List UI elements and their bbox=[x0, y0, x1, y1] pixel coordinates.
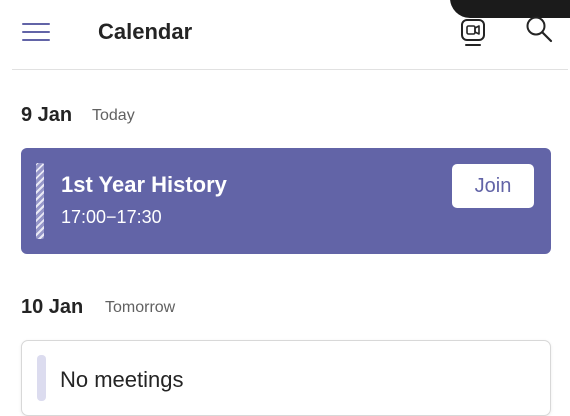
app-header: Calendar bbox=[0, 0, 570, 66]
no-meetings-text: No meetings bbox=[60, 367, 184, 392]
empty-status-bar bbox=[37, 355, 46, 401]
page-title: Calendar bbox=[98, 19, 193, 44]
meeting-card[interactable]: 1st Year History 17:00−17:30 Join bbox=[21, 148, 551, 254]
header-divider bbox=[12, 69, 568, 70]
meeting-time: 17:00−17:30 bbox=[61, 207, 162, 227]
day-relative-today: Today bbox=[92, 107, 135, 124]
day-date-tomorrow: 10 Jan bbox=[21, 296, 84, 318]
day-date-today: 9 Jan bbox=[21, 104, 73, 126]
hamburger-menu-icon[interactable] bbox=[22, 20, 50, 44]
search-icon[interactable] bbox=[524, 14, 554, 44]
video-meeting-icon[interactable] bbox=[458, 14, 488, 48]
no-meetings-card: No meetings bbox=[21, 340, 551, 416]
event-status-stripe bbox=[36, 163, 44, 239]
meeting-title: 1st Year History bbox=[61, 172, 227, 197]
day-relative-tomorrow: Tomorrow bbox=[105, 299, 176, 316]
join-button[interactable]: Join bbox=[452, 164, 534, 208]
